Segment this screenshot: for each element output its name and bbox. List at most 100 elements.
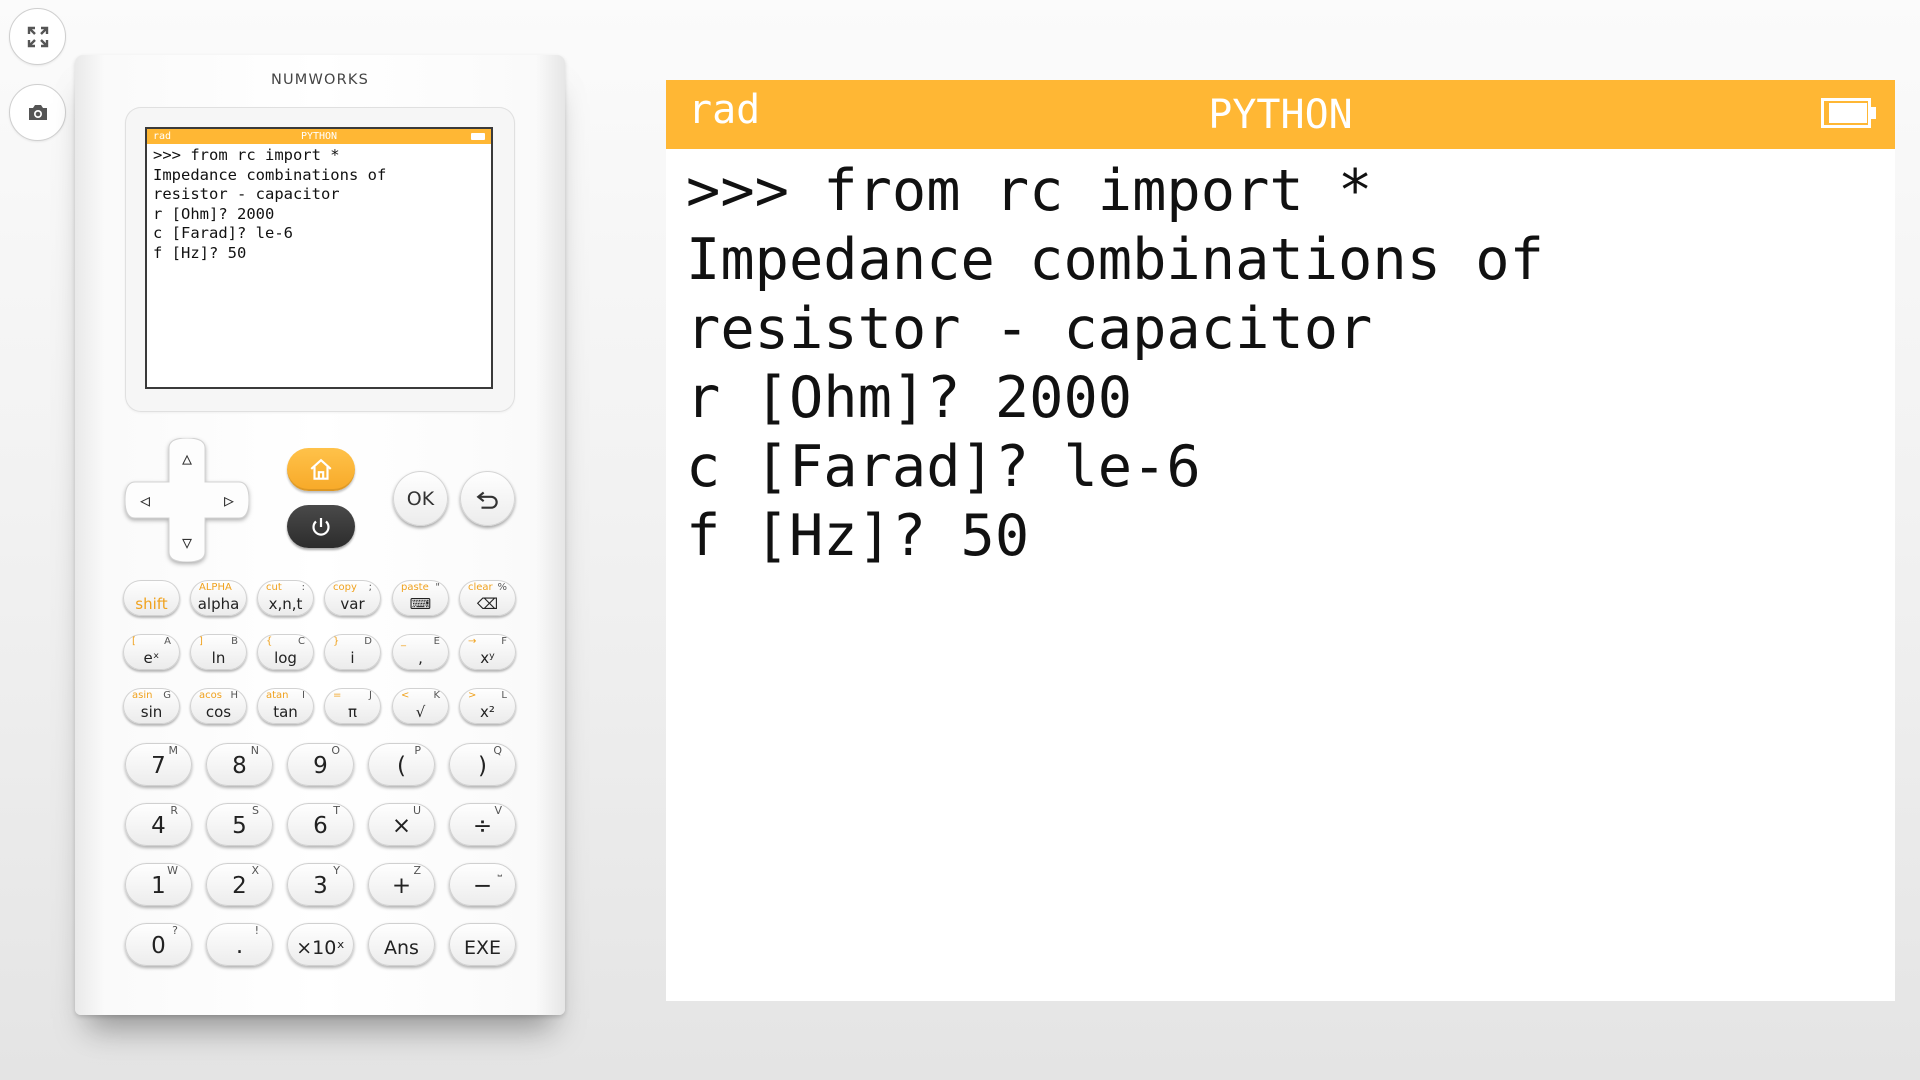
nine-key[interactable]: 9O [287,743,354,786]
exe-key[interactable]: EXE [449,923,516,966]
dot-key[interactable]: .! [206,923,273,966]
mini-status-bar: rad PYTHON [147,129,491,144]
seven-key[interactable]: 7M [125,743,192,786]
zero-key[interactable]: 0? [125,923,192,966]
key-alpha-label: A [164,636,171,647]
key-alpha-label: ⎵ [497,864,502,877]
key-label: . [235,933,244,959]
key-label: x,n,t [268,595,303,613]
key-alpha-label: V [494,804,502,817]
three-key[interactable]: 3Y [287,863,354,906]
key-alpha-label: " [435,582,440,593]
imaginary-key[interactable]: } Di [324,634,381,670]
app-title: PYTHON [1208,92,1353,138]
key-shift-label: ] [199,636,203,647]
five-key[interactable]: 5S [206,803,273,846]
key-label: Ans [384,937,419,959]
key-label: √ [415,703,426,721]
key-label: xʸ [480,649,495,667]
back-key[interactable] [460,471,515,526]
fullscreen-icon [27,26,48,47]
mini-console-line: >>> from rc import * [153,146,340,164]
key-label: ln [211,649,226,667]
power-key[interactable]: → Fxʸ [459,634,516,670]
key-label: ⌫ [476,595,499,613]
log-key[interactable]: {Clog [257,634,314,670]
key-label: var [340,595,365,613]
right-paren-key[interactable]: ) Q [449,743,516,786]
key-label: sin [140,703,163,721]
key-label: alpha [197,595,240,613]
fullscreen-button[interactable] [9,8,66,65]
home-icon [310,458,332,480]
one-key[interactable]: 1W [125,863,192,906]
plus-key[interactable]: + Z [368,863,435,906]
power-key[interactable] [287,505,355,548]
key-alpha-label: Y [333,864,340,877]
key-label: 1 [151,873,166,899]
power-icon [312,517,330,536]
key-alpha-label: N [250,744,259,757]
key-label: 5 [232,813,247,839]
sqrt-key[interactable]: < K √ [392,688,449,724]
screenshot-button[interactable] [9,84,66,141]
backspace-key[interactable]: clear% ⌫ [459,580,516,616]
shift-key[interactable]: shift [123,580,180,616]
key-label: x² [480,703,495,721]
key-shift-label: cut [266,582,282,593]
minus-key[interactable]: − ⎵ [449,863,516,906]
key-label: 7 [151,753,166,779]
key-label: EXE [463,937,502,959]
ee-key[interactable]: ×10ˣ [287,923,354,966]
left-paren-key[interactable]: (P [368,743,435,786]
pi-key[interactable]: = Jπ [324,688,381,724]
sin-key[interactable]: asin Gsin [123,688,180,724]
xnt-key[interactable]: cut: x,n,t [257,580,314,616]
exp-key[interactable]: [ Aeˣ [123,634,180,670]
key-alpha-label: W [167,864,178,877]
key-alpha-label: ! [254,924,259,937]
key-shift-label: paste [401,582,429,593]
toolbox-key[interactable]: paste " ⌨ [392,580,449,616]
up-key[interactable]: ▵ [169,438,205,478]
key-alpha-label: G [163,690,171,701]
four-key[interactable]: 4R [125,803,192,846]
key-label: 9 [313,753,328,779]
multiply-key[interactable]: × U [368,803,435,846]
ok-key[interactable]: OK [393,471,448,526]
left-key[interactable]: ◃ [125,482,165,518]
tan-key[interactable]: atan Itan [257,688,314,724]
key-shift-label: _ [401,636,406,647]
eight-key[interactable]: 8N [206,743,273,786]
key-alpha-label: D [364,636,372,647]
home-key[interactable] [287,448,355,491]
ans-key[interactable]: Ans [368,923,435,966]
key-label: eˣ [143,649,160,667]
key-label: ×10ˣ [296,937,345,959]
key-label: ⌨ [409,595,432,613]
back-arrow-icon [476,491,498,509]
var-key[interactable]: copy; var [324,580,381,616]
key-label: 8 [232,753,247,779]
key-alpha-label: R [170,804,178,817]
key-alpha-label: ? [172,924,178,937]
cos-key[interactable]: acos Hcos [190,688,247,724]
square-key[interactable]: > Lx² [459,688,516,724]
two-key[interactable]: 2X [206,863,273,906]
key-shift-label: { [266,636,273,647]
key-alpha-label: Q [493,744,502,757]
six-key[interactable]: 6T [287,803,354,846]
ln-key[interactable]: ] Bln [190,634,247,670]
key-shift-label: → [468,636,477,647]
key-label: log [274,649,297,667]
divide-key[interactable]: ÷ V [449,803,516,846]
alpha-key[interactable]: ALPHA alpha [190,580,247,616]
mini-battery-icon [471,133,485,140]
console-line: r [Ohm]? 2000 [686,365,1133,431]
comma-key[interactable]: _ E, [392,634,449,670]
key-shift-label: [ [132,636,136,647]
right-key[interactable]: ▹ [209,482,249,518]
key-alpha-label: U [412,804,421,817]
key-alpha-label: M [168,744,179,757]
down-key[interactable]: ▿ [169,522,205,562]
